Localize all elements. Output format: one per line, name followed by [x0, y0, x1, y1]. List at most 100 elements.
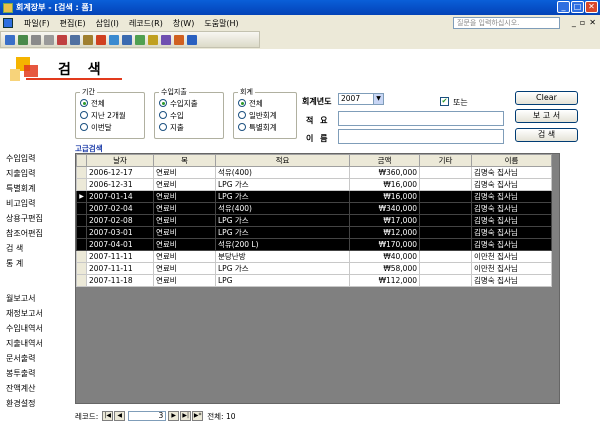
cell-item[interactable]: 연료비	[153, 190, 216, 203]
cell-name[interactable]: 김명숙 집사님	[471, 214, 552, 227]
menu-help[interactable]: 도움말(H)	[199, 18, 243, 29]
sidebar-item-phrase-edit[interactable]: 상용구편집	[6, 213, 43, 224]
cell-item[interactable]: 연료비	[153, 262, 216, 275]
cell-etc[interactable]	[419, 262, 472, 275]
cell-name[interactable]: 김명숙 집사님	[471, 202, 552, 215]
column-header-item[interactable]: 목	[153, 154, 216, 167]
table-row[interactable]: ▶ 2007-01-14 연료비 LPG 가스 ₩16,000 김명숙 집사님	[76, 190, 552, 203]
sidebar-item-settings[interactable]: 환경설정	[6, 398, 35, 409]
cell-etc[interactable]	[419, 166, 472, 179]
chevron-down-icon[interactable]: ▼	[373, 94, 383, 104]
table-row[interactable]: 2007-04-01 연료비 석유(200 L) ₩170,000 김명숙 집사님	[76, 238, 552, 251]
cell-date[interactable]: 2006-12-17	[86, 166, 154, 179]
cell-summary[interactable]: LPG 가스	[215, 178, 350, 191]
cell-amount[interactable]: ₩340,000	[349, 202, 420, 215]
paste-icon[interactable]	[83, 34, 93, 45]
period-option-this-month[interactable]: 이번달	[80, 121, 144, 133]
cell-amount[interactable]: ₩58,000	[349, 262, 420, 275]
cell-date[interactable]: 2007-01-14	[86, 190, 154, 203]
table-row[interactable]: 2007-11-18 연료비 LPG ₩112,000 김명숙 집사님	[76, 274, 552, 287]
account-option-special[interactable]: 특별회계	[238, 121, 296, 133]
cell-item[interactable]: 연료비	[153, 166, 216, 179]
cell-amount[interactable]: ₩40,000	[349, 250, 420, 263]
name-input[interactable]	[338, 129, 504, 144]
sidebar-item-reference-edit[interactable]: 참조어편집	[6, 228, 43, 239]
column-header-name[interactable]: 이름	[471, 154, 552, 167]
sort-desc-icon[interactable]	[122, 34, 132, 45]
table-row[interactable]: 2007-02-04 연료비 석유(400) ₩340,000 김명숙 집사님	[76, 202, 552, 215]
maximize-button[interactable]: □	[571, 1, 584, 13]
cell-summary[interactable]: 석유(400)	[215, 202, 350, 215]
current-row-pointer-icon[interactable]: ▶	[76, 190, 87, 203]
cell-etc[interactable]	[419, 190, 472, 203]
report-button[interactable]: 보 고 서	[515, 109, 578, 123]
inout-option-all[interactable]: 수입지출	[159, 97, 223, 109]
cell-etc[interactable]	[419, 202, 472, 215]
cell-name[interactable]: 김명숙 집사님	[471, 178, 552, 191]
cell-date[interactable]: 2007-03-01	[86, 226, 154, 239]
new-record-icon[interactable]: ▶*	[192, 411, 204, 421]
account-option-general[interactable]: 일반회계	[238, 109, 296, 121]
column-header-amount[interactable]: 금액	[349, 154, 420, 167]
close-button[interactable]: ✕	[585, 1, 598, 13]
cell-name[interactable]: 김명숙 집사님	[471, 274, 552, 287]
help-question-input[interactable]: 질문을 입력하십시오.	[453, 17, 560, 29]
row-selector[interactable]	[76, 226, 87, 239]
row-selector[interactable]	[76, 238, 87, 251]
cell-summary[interactable]: LPG 가스	[215, 262, 350, 275]
column-header-etc[interactable]: 기타	[419, 154, 472, 167]
cell-etc[interactable]	[419, 238, 472, 251]
redo-icon[interactable]	[44, 34, 54, 45]
year-select[interactable]: 2007 ▼	[338, 93, 384, 105]
sidebar-item-finance-report[interactable]: 재정보고서	[6, 308, 43, 319]
inout-option-income[interactable]: 수입	[159, 109, 223, 121]
mdi-restore-button[interactable]: ▫	[580, 18, 585, 27]
cell-summary[interactable]: LPG 가스	[215, 226, 350, 239]
account-option-all[interactable]: 전체	[238, 97, 296, 109]
table-row[interactable]: 2007-03-01 연료비 LPG 가스 ₩12,000 김명숙 집사님	[76, 226, 552, 239]
sidebar-item-document-print[interactable]: 문서출력	[6, 353, 35, 364]
sidebar-item-search[interactable]: 검 색	[6, 243, 23, 254]
last-record-icon[interactable]: ▶|	[180, 411, 192, 421]
cell-name[interactable]: 김명숙 집사님	[471, 226, 552, 239]
minimize-button[interactable]: _	[557, 1, 570, 13]
cell-name[interactable]: 김명숙 집사님	[471, 238, 552, 251]
cell-name[interactable]: 김명숙 집사님	[471, 190, 552, 203]
cell-date[interactable]: 2007-11-18	[86, 274, 154, 287]
row-selector-header[interactable]	[76, 154, 87, 167]
help-icon[interactable]	[187, 34, 197, 45]
cell-summary[interactable]: 석유(400)	[215, 166, 350, 179]
clear-button[interactable]: Clear	[515, 91, 578, 105]
sort-asc-icon[interactable]	[109, 34, 119, 45]
save-icon[interactable]	[18, 34, 28, 45]
row-selector[interactable]	[76, 274, 87, 287]
view-icon[interactable]	[5, 34, 15, 45]
table-row[interactable]: 2007-11-11 연료비 LPG 가스 ₩58,000 이만천 집사님	[76, 262, 552, 275]
table-row[interactable]: 2007-02-08 연료비 LPG 가스 ₩17,000 김명숙 집사님	[76, 214, 552, 227]
summary-input[interactable]	[338, 111, 504, 126]
database-icon[interactable]	[174, 34, 184, 45]
inout-option-expense[interactable]: 지출	[159, 121, 223, 133]
cell-amount[interactable]: ₩360,000	[349, 166, 420, 179]
menu-window[interactable]: 창(W)	[168, 18, 200, 29]
cell-date[interactable]: 2006-12-31	[86, 178, 154, 191]
find-icon[interactable]	[148, 34, 158, 45]
cell-etc[interactable]	[419, 214, 472, 227]
sidebar-item-income-statement[interactable]: 수입내역서	[6, 323, 43, 334]
sidebar-item-envelope-print[interactable]: 봉투출력	[6, 368, 35, 379]
row-selector[interactable]	[76, 262, 87, 275]
sidebar-item-expense-entry[interactable]: 지출입력	[6, 168, 35, 179]
cell-amount[interactable]: ₩17,000	[349, 214, 420, 227]
copy-icon[interactable]	[70, 34, 80, 45]
sidebar-item-statistics[interactable]: 통 계	[6, 258, 23, 269]
prev-record-icon[interactable]: ◀	[114, 411, 126, 421]
table-row[interactable]: 2007-11-11 연료비 분당난방 ₩40,000 이만천 집사님	[76, 250, 552, 263]
cell-summary[interactable]: 분당난방	[215, 250, 350, 263]
mdi-minimize-button[interactable]: _	[572, 18, 576, 27]
cell-summary[interactable]: 석유(200 L)	[215, 238, 350, 251]
table-row[interactable]: 2006-12-17 연료비 석유(400) ₩360,000 김명숙 집사님	[76, 166, 552, 179]
filter-icon[interactable]	[135, 34, 145, 45]
cell-item[interactable]: 연료비	[153, 226, 216, 239]
cell-summary[interactable]: LPG 가스	[215, 214, 350, 227]
cell-name[interactable]: 김명숙 집사님	[471, 166, 552, 179]
